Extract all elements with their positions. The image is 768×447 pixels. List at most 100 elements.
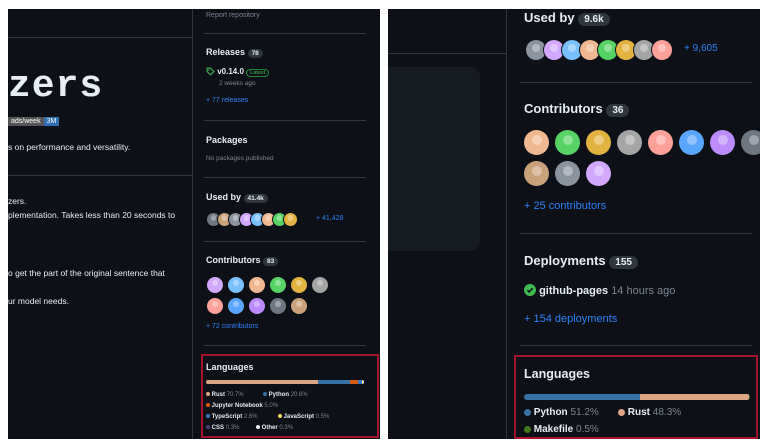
avatar[interactable] <box>741 130 760 155</box>
used-by-more-link[interactable]: + 41,428 <box>316 215 343 222</box>
release-time: 2 weeks ago <box>219 80 256 87</box>
readme-line: plementation. Takes less than 20 seconds… <box>8 210 176 220</box>
packages-heading[interactable]: Packages <box>206 135 248 145</box>
language-bar-segment <box>350 380 359 384</box>
contributors-heading[interactable]: Contributors 83 <box>206 255 279 266</box>
downloads-badge[interactable]: ads/week 3M <box>8 117 60 126</box>
divider <box>204 120 366 121</box>
used-by-count: 9.6k <box>578 13 610 26</box>
column-divider <box>192 9 193 439</box>
deployment-environment: github-pages <box>539 285 609 297</box>
report-repository-link[interactable]: Report repository <box>206 12 260 19</box>
divider <box>204 241 366 242</box>
more-deployments-link[interactable]: + 154 deployments <box>524 313 617 325</box>
avatar[interactable] <box>249 277 265 293</box>
used-by-heading[interactable]: Used by 41.4k <box>206 192 268 203</box>
avatar <box>284 213 297 226</box>
avatar <box>634 40 654 60</box>
used-by-count: 41.4k <box>243 194 268 203</box>
avatar[interactable] <box>555 161 580 186</box>
languages-heading: Languages <box>524 367 590 381</box>
avatar[interactable] <box>291 298 307 314</box>
latest-release[interactable]: v0.14.0 Latest <box>206 67 270 77</box>
avatar <box>652 40 672 60</box>
avatar[interactable] <box>617 130 642 155</box>
language-dot-icon <box>256 425 260 430</box>
language-bar-segment <box>524 394 640 400</box>
language-item-typescript[interactable]: TypeScript 2.6% <box>206 412 258 423</box>
latest-badge: Latest <box>246 69 270 77</box>
avatar[interactable] <box>228 298 244 314</box>
divider <box>520 233 752 234</box>
deployment-item[interactable]: github-pages 14 hours ago <box>524 284 675 297</box>
language-dot-icon <box>206 403 210 408</box>
avatar <box>526 40 546 60</box>
avatar[interactable] <box>710 130 735 155</box>
avatar <box>616 40 636 60</box>
language-dot-icon <box>278 414 282 419</box>
language-dot-icon <box>206 414 210 419</box>
avatar[interactable] <box>524 130 549 155</box>
avatar[interactable] <box>679 130 704 155</box>
avatar[interactable] <box>312 277 328 293</box>
languages-heading: Languages <box>206 362 254 372</box>
tag-icon <box>206 67 215 77</box>
avatar[interactable] <box>207 298 223 314</box>
avatar[interactable] <box>555 130 580 155</box>
language-dot-icon <box>524 425 531 433</box>
language-bar-segment <box>317 380 351 384</box>
releases-heading[interactable]: Releases 78 <box>206 47 263 58</box>
contributors-heading[interactable]: Contributors 36 <box>524 101 630 117</box>
content-card <box>388 67 480 251</box>
avatar <box>562 40 582 60</box>
avatar[interactable] <box>228 277 244 293</box>
avatar[interactable] <box>648 130 673 155</box>
right-screenshot-panel: Used by 9.6k + 9,605 Contributors 36 + 2… <box>388 9 760 439</box>
languages-bar <box>206 380 364 384</box>
avatar <box>544 40 564 60</box>
avatar[interactable] <box>270 298 286 314</box>
avatar[interactable] <box>524 161 549 186</box>
avatar[interactable] <box>207 277 223 293</box>
contributors-count: 83 <box>263 257 279 266</box>
divider <box>520 345 752 346</box>
language-item-jupyter-notebook[interactable]: Jupyter Notebook 5.0% <box>206 401 278 412</box>
language-item-python[interactable]: Python 51.2% <box>524 407 599 418</box>
divider <box>520 82 752 83</box>
contributors-count: 36 <box>606 104 630 117</box>
divider <box>388 53 506 54</box>
avatar[interactable] <box>586 161 611 186</box>
used-by-more-link[interactable]: + 9,605 <box>684 43 718 54</box>
readme-line: ur model needs. <box>8 296 69 306</box>
language-item-javascript[interactable]: JavaScript 0.5% <box>278 412 329 423</box>
language-item-python[interactable]: Python 20.6% <box>263 390 308 401</box>
avatar[interactable] <box>586 130 611 155</box>
language-dot-icon <box>263 392 267 397</box>
language-item-makefile[interactable]: Makefile 0.5% <box>524 424 599 435</box>
more-contributors-link[interactable]: + 72 contributors <box>206 323 258 330</box>
language-item-other[interactable]: Other 0.3% <box>256 423 293 434</box>
deployments-count: 155 <box>609 256 638 269</box>
language-dot-icon <box>524 408 531 416</box>
more-contributors-link[interactable]: + 25 contributors <box>524 200 606 212</box>
packages-empty-text: No packages published <box>206 155 274 162</box>
avatar[interactable] <box>270 277 286 293</box>
language-bar-segment <box>639 394 749 400</box>
language-dot-icon <box>206 425 210 430</box>
divider <box>204 33 366 34</box>
divider <box>8 37 192 38</box>
divider <box>8 175 192 176</box>
language-item-rust[interactable]: Rust 70.7% <box>206 390 244 401</box>
deployment-time: 14 hours ago <box>611 285 676 297</box>
language-item-rust[interactable]: Rust 48.3% <box>618 407 681 418</box>
avatar[interactable] <box>249 298 265 314</box>
more-releases-link[interactable]: + 77 releases <box>206 97 248 104</box>
divider <box>204 345 366 346</box>
language-dot-icon <box>618 408 625 416</box>
avatar <box>598 40 618 60</box>
used-by-heading[interactable]: Used by 9.6k <box>524 10 610 26</box>
left-screenshot-panel: zers ads/week 3M s on performance and ver… <box>8 9 380 439</box>
language-item-css[interactable]: CSS 0.3% <box>206 423 239 434</box>
avatar[interactable] <box>291 277 307 293</box>
deployments-heading[interactable]: Deployments 155 <box>524 253 638 269</box>
